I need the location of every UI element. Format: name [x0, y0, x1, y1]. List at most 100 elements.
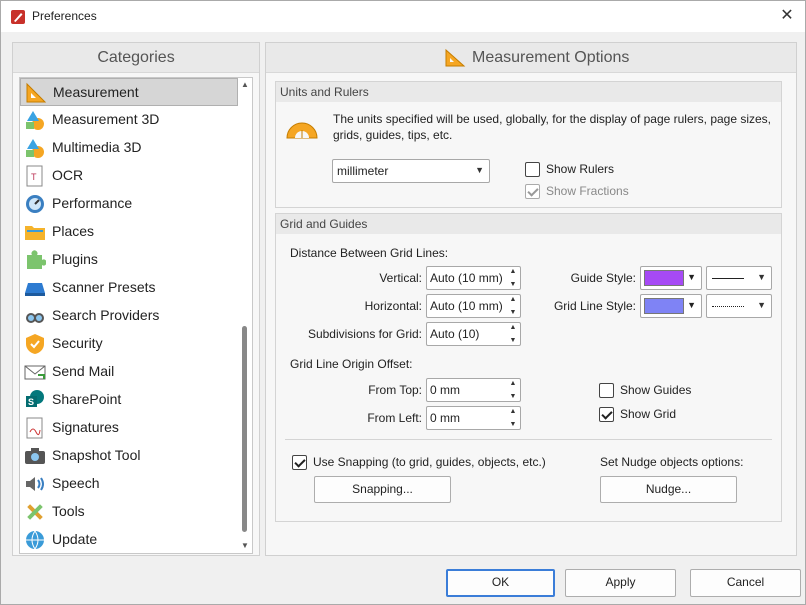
- signature-document-icon: [26, 417, 43, 439]
- sidebar-item-scanner-presets[interactable]: Scanner Presets: [20, 274, 238, 302]
- scroll-up-icon[interactable]: ▲: [238, 78, 252, 92]
- sidebar-item-ocr[interactable]: T OCR: [20, 162, 238, 190]
- sidebar-item-security[interactable]: Security: [20, 330, 238, 358]
- ocr-document-icon: T: [26, 165, 43, 187]
- ruler-triangle-icon: [26, 82, 47, 103]
- spin-up-icon[interactable]: ▲: [508, 296, 518, 303]
- ok-button[interactable]: OK: [446, 569, 555, 597]
- vertical-spinbox[interactable]: Auto (10 mm) ▲ ▼: [426, 266, 521, 290]
- spin-up-icon[interactable]: ▲: [508, 380, 518, 387]
- sidebar-item-tools[interactable]: Tools: [20, 498, 238, 526]
- folder-icon: [25, 226, 45, 240]
- units-description-line1: The units specified will be used, global…: [333, 112, 772, 126]
- sidebar-item-performance[interactable]: Performance: [20, 190, 238, 218]
- grid-line-pattern-select[interactable]: ▼: [706, 294, 772, 318]
- sidebar-item-search-providers[interactable]: Search Providers: [20, 302, 238, 330]
- sidebar-item-label: Tools: [52, 503, 85, 519]
- spin-down-icon[interactable]: ▼: [508, 337, 518, 344]
- distance-label: Distance Between Grid Lines:: [290, 246, 449, 260]
- sidebar-item-label: Send Mail: [52, 363, 115, 379]
- chevron-down-icon: ▼: [757, 300, 766, 310]
- sidebar-item-label: Measurement: [53, 84, 139, 100]
- from-top-spinbox[interactable]: 0 mm ▲ ▼: [426, 378, 521, 402]
- close-icon[interactable]: ✕: [775, 5, 799, 27]
- subdivisions-value: Auto (10): [430, 327, 480, 341]
- snapping-button[interactable]: Snapping...: [314, 476, 451, 503]
- spin-up-icon[interactable]: ▲: [508, 268, 518, 275]
- spin-down-icon[interactable]: ▼: [508, 393, 518, 400]
- gauge-icon: [26, 195, 44, 213]
- subdivisions-spinbox[interactable]: Auto (10) ▲ ▼: [426, 322, 521, 346]
- spin-up-icon[interactable]: ▲: [508, 408, 518, 415]
- show-fractions-checkbox[interactable]: [525, 184, 540, 199]
- horizontal-spinbox[interactable]: Auto (10 mm) ▲ ▼: [426, 294, 521, 318]
- sidebar-item-label: Search Providers: [52, 307, 160, 323]
- spin-down-icon[interactable]: ▼: [508, 309, 518, 316]
- guide-color-picker[interactable]: ▼: [640, 266, 702, 290]
- chevron-down-icon: ▼: [757, 272, 766, 282]
- sharepoint-icon: S: [26, 390, 44, 407]
- use-snapping-label: Use Snapping (to grid, guides, objects, …: [313, 455, 546, 469]
- units-rulers-group: Units and Rulers The units specified wil…: [275, 81, 782, 208]
- spin-up-icon[interactable]: ▲: [508, 324, 518, 331]
- grid-color-fill: [644, 298, 684, 314]
- sidebar-item-label: Update: [52, 531, 98, 547]
- apply-button[interactable]: Apply: [565, 569, 676, 597]
- vertical-value: Auto (10 mm): [430, 271, 503, 285]
- envelope-icon: [24, 365, 46, 380]
- speaker-icon: [26, 477, 44, 491]
- sidebar-item-send-mail[interactable]: Send Mail: [20, 358, 238, 386]
- grid-color-picker[interactable]: ▼: [640, 294, 702, 318]
- spin-down-icon[interactable]: ▼: [508, 421, 518, 428]
- cancel-button[interactable]: Cancel: [690, 569, 801, 597]
- show-grid-checkbox[interactable]: [599, 407, 614, 422]
- sidebar-item-label: Measurement 3D: [52, 111, 160, 127]
- measurement-options-panel: Measurement Options Units and Rulers The…: [265, 42, 797, 556]
- sidebar-item-snapshot-tool[interactable]: Snapshot Tool: [20, 442, 238, 470]
- horizontal-value: Auto (10 mm): [430, 299, 503, 313]
- categories-panel: Categories Update Tools Speech Snapshot Too…: [12, 42, 260, 556]
- binoculars-icon: [26, 313, 44, 323]
- camera-icon: [25, 448, 45, 464]
- show-rulers-checkbox[interactable]: [525, 162, 540, 177]
- sidebar-item-speech[interactable]: Speech: [20, 470, 238, 498]
- spin-down-icon[interactable]: ▼: [508, 281, 518, 288]
- use-snapping-checkbox[interactable]: [292, 455, 307, 470]
- subdivisions-label: Subdivisions for Grid:: [307, 327, 422, 341]
- nudge-button[interactable]: Nudge...: [600, 476, 737, 503]
- nudge-label: Set Nudge objects options:: [600, 455, 744, 469]
- scroll-down-icon[interactable]: ▼: [238, 539, 252, 553]
- show-fractions-label: Show Fractions: [546, 184, 629, 198]
- sidebar-item-measurement-3d[interactable]: Measurement 3D: [20, 106, 238, 134]
- from-left-spinbox[interactable]: 0 mm ▲ ▼: [426, 406, 521, 430]
- from-top-label: From Top:: [368, 383, 422, 397]
- sidebar-item-measurement[interactable]: Measurement: [20, 78, 238, 106]
- chevron-down-icon: ▼: [687, 272, 696, 282]
- show-rulers-label: Show Rulers: [546, 162, 615, 176]
- sidebar-item-update[interactable]: Update: [20, 526, 238, 553]
- sidebar-item-places[interactable]: Places: [20, 218, 238, 246]
- sidebar-item-signatures[interactable]: Signatures: [20, 414, 238, 442]
- units-select[interactable]: millimeter ▼: [332, 159, 490, 183]
- origin-offset-label: Grid Line Origin Offset:: [290, 357, 413, 371]
- sidebar-item-sharepoint[interactable]: S SharePoint: [20, 386, 238, 414]
- scrollbar-thumb[interactable]: [242, 326, 247, 532]
- show-grid-label: Show Grid: [620, 407, 677, 421]
- sidebar-item-plugins[interactable]: Plugins: [20, 246, 238, 274]
- from-left-value: 0 mm: [430, 411, 460, 425]
- options-title: Measurement Options: [472, 49, 630, 66]
- grid-line-style-label: Grid Line Style:: [553, 299, 636, 313]
- sidebar-item-label: Scanner Presets: [52, 279, 156, 295]
- protractor-icon: [286, 122, 318, 139]
- window-title: Preferences: [32, 9, 97, 23]
- from-top-value: 0 mm: [430, 383, 460, 397]
- show-guides-checkbox[interactable]: [599, 383, 614, 398]
- puzzle-icon: [27, 250, 46, 269]
- guide-line-style-select[interactable]: ▼: [706, 266, 772, 290]
- categories-scrollbar[interactable]: ▲ ▼: [238, 78, 252, 553]
- sidebar-item-multimedia-3d[interactable]: Multimedia 3D: [20, 134, 238, 162]
- dotted-line-icon: [712, 306, 744, 307]
- sidebar-item-label: Snapshot Tool: [52, 447, 141, 463]
- preferences-dialog: Preferences ✕ Categories Update Tools Spee…: [0, 0, 806, 605]
- scanner-icon: [25, 283, 45, 296]
